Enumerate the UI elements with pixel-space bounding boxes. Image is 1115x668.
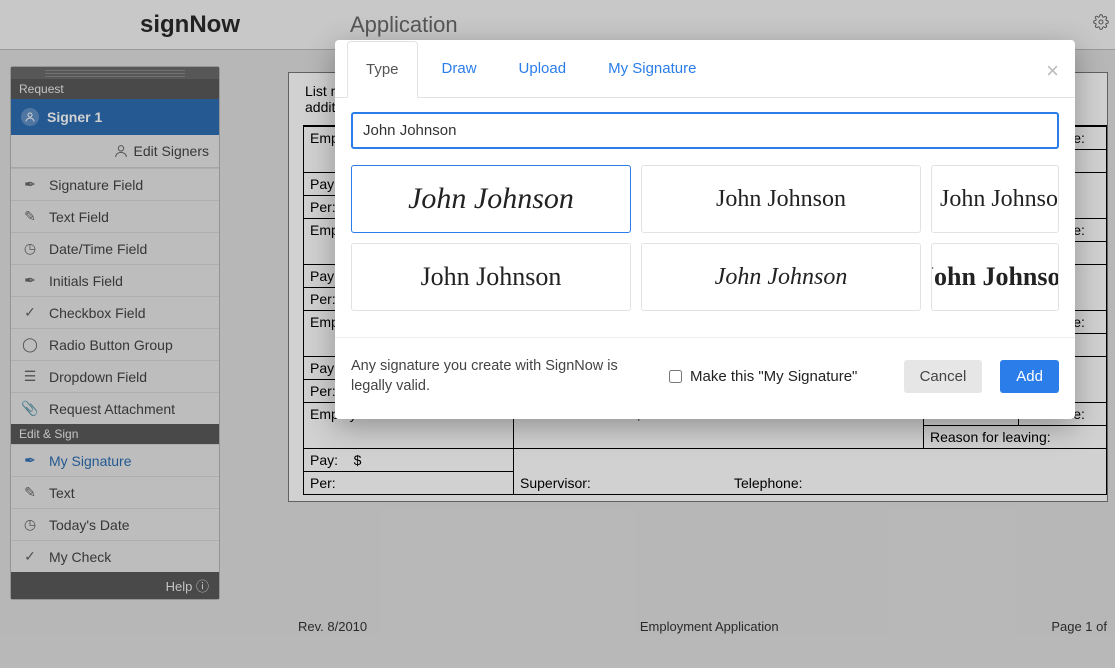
tool-radio-group[interactable]: ◯ Radio Button Group: [11, 328, 219, 360]
avatar-icon: [21, 108, 39, 126]
modal-tablist: Type Draw Upload My Signature ×: [335, 40, 1075, 98]
brand-logo: signNow: [10, 11, 350, 39]
edit-signers-label: Edit Signers: [134, 143, 209, 159]
close-icon[interactable]: ×: [1046, 58, 1059, 84]
pencil-icon: ✎: [21, 208, 39, 225]
document-footer: Rev. 8/2010 Employment Application Page …: [298, 619, 1107, 634]
section-editsign-header: Edit & Sign: [11, 424, 219, 444]
settings-gear-icon[interactable]: [1093, 14, 1109, 35]
tool-label: Text: [49, 485, 75, 501]
signature-style-grid: John Johnson John Johnson John Johnson J…: [351, 165, 1059, 311]
paperclip-icon: 📎: [21, 400, 39, 417]
signature-modal: Type Draw Upload My Signature × John Joh…: [335, 40, 1075, 419]
tool-request-attachment[interactable]: 📎 Request Attachment: [11, 392, 219, 424]
section-request-header: Request: [11, 79, 219, 99]
tool-text-field[interactable]: ✎ Text Field: [11, 200, 219, 232]
tool-label: Initials Field: [49, 273, 123, 289]
check-icon: ✓: [21, 304, 39, 321]
dropdown-icon: ☰: [21, 368, 39, 385]
tab-my-signature[interactable]: My Signature: [590, 40, 714, 97]
footer-title: Employment Application: [640, 619, 779, 634]
cancel-button[interactable]: Cancel: [904, 360, 983, 393]
tab-draw[interactable]: Draw: [424, 40, 495, 97]
signature-option-6[interactable]: John Johnson: [931, 243, 1059, 311]
signer-row[interactable]: Signer 1: [11, 99, 219, 135]
tool-signature-field[interactable]: ✒ Signature Field: [11, 168, 219, 200]
pen-nib-icon: ✒: [21, 176, 39, 193]
tool-label: Text Field: [49, 209, 109, 225]
signature-option-2[interactable]: John Johnson: [641, 165, 921, 233]
pen-nib-icon: ✒: [21, 452, 39, 469]
tool-label: Checkbox Field: [49, 305, 146, 321]
tool-todays-date[interactable]: ◷ Today's Date: [11, 508, 219, 540]
tool-label: My Check: [49, 549, 111, 565]
clock-icon: ◷: [21, 240, 39, 257]
tool-label: Radio Button Group: [49, 337, 173, 353]
tool-label: Signature Field: [49, 177, 143, 193]
tool-date-field[interactable]: ◷ Date/Time Field: [11, 232, 219, 264]
tool-label: Request Attachment: [49, 401, 175, 417]
check-icon: ✓: [21, 548, 39, 565]
modal-footer: Any signature you create with SignNow is…: [335, 337, 1075, 415]
document-title: Application: [350, 12, 458, 38]
add-button[interactable]: Add: [1000, 360, 1059, 393]
radio-icon: ◯: [21, 336, 39, 353]
signature-name-input[interactable]: [351, 112, 1059, 149]
tool-text[interactable]: ✎ Text: [11, 476, 219, 508]
signature-option-5[interactable]: John Johnson: [641, 243, 921, 311]
checkbox-input[interactable]: [669, 370, 682, 383]
pencil-icon: ✎: [21, 484, 39, 501]
footer-rev: Rev. 8/2010: [298, 619, 367, 634]
tab-upload[interactable]: Upload: [501, 40, 585, 97]
initials-icon: ✒: [21, 272, 39, 289]
tool-label: My Signature: [49, 453, 131, 469]
checkbox-label: Make this "My Signature": [690, 368, 857, 385]
tool-label: Date/Time Field: [49, 241, 147, 257]
signature-option-3[interactable]: John Johnson: [931, 165, 1059, 233]
tool-dropdown-field[interactable]: ☰ Dropdown Field: [11, 360, 219, 392]
signature-option-4[interactable]: John Johnson: [351, 243, 631, 311]
help-link[interactable]: Help ⓘ: [11, 572, 219, 599]
tool-label: Today's Date: [49, 517, 130, 533]
tool-checkbox-field[interactable]: ✓ Checkbox Field: [11, 296, 219, 328]
tool-initials-field[interactable]: ✒ Initials Field: [11, 264, 219, 296]
tab-type[interactable]: Type: [347, 41, 418, 98]
modal-body: John Johnson John Johnson John Johnson J…: [335, 98, 1075, 321]
tool-label: Dropdown Field: [49, 369, 147, 385]
left-sidebar: Request Signer 1 Edit Signers ✒ Signatur…: [10, 66, 220, 600]
legal-disclaimer: Any signature you create with SignNow is…: [351, 356, 651, 397]
tool-my-check[interactable]: ✓ My Check: [11, 540, 219, 572]
edit-signers-link[interactable]: Edit Signers: [11, 135, 219, 168]
clock-icon: ◷: [21, 516, 39, 533]
signature-option-1[interactable]: John Johnson: [351, 165, 631, 233]
tool-my-signature[interactable]: ✒ My Signature: [11, 444, 219, 476]
make-my-signature-checkbox[interactable]: Make this "My Signature": [669, 368, 857, 385]
drag-grip[interactable]: [11, 67, 219, 79]
signer-label: Signer 1: [47, 109, 102, 125]
footer-page: Page 1 of: [1051, 619, 1107, 634]
